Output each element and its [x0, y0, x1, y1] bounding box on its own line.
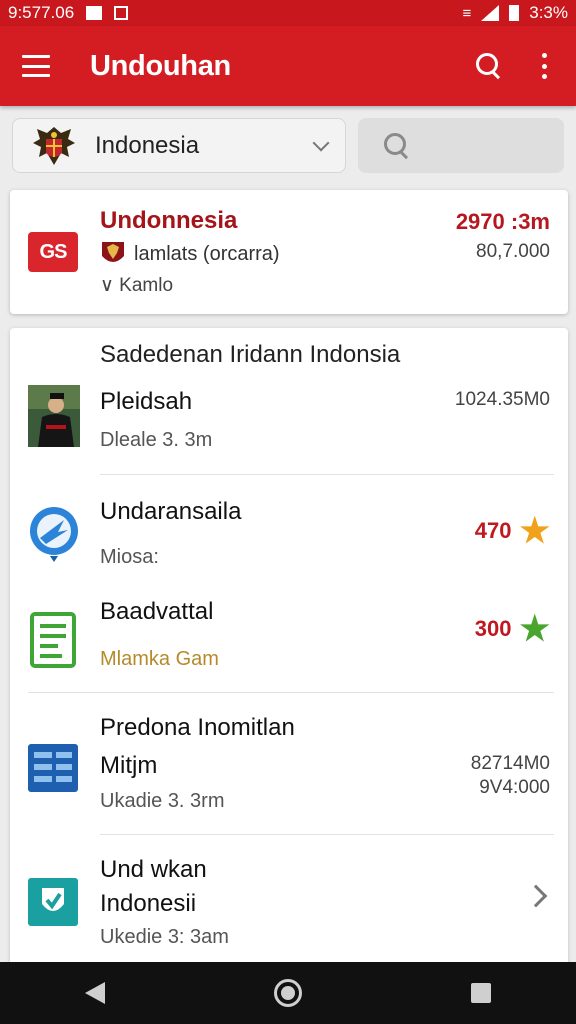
section-title: Sadedenan Iridann Indonsia: [100, 341, 401, 368]
search-input[interactable]: [422, 135, 552, 156]
featured-count: 80,7.000: [476, 241, 550, 262]
status-bar: 9:577.06 ≡ 3:3%: [0, 0, 576, 26]
chevron-down-icon: [312, 134, 330, 151]
status-time: 9:577.06: [8, 3, 75, 22]
country-dropdown[interactable]: Indonesia: [12, 118, 346, 173]
list-item-size: 1024.35M0: [454, 389, 550, 410]
app-list: Sadedenan Iridann Indonsia Pleidsah Dlea…: [10, 328, 568, 968]
country-label: Indonesia: [95, 131, 200, 159]
list-item-size: 82714M0: [470, 753, 550, 774]
list-item-subtitle: Dleale 3. 3m: [100, 429, 213, 451]
portrait-photo-icon: [28, 385, 80, 447]
more-options-icon[interactable]: [542, 53, 548, 79]
image-notification-icon: [114, 6, 129, 20]
battery-level: 3:3%: [529, 3, 568, 22]
list-item-rating: 470 ★: [475, 514, 550, 548]
list-item-stats: 82714M0 9V4:000: [471, 752, 550, 800]
search-icon: [382, 131, 412, 161]
home-icon[interactable]: [273, 979, 302, 1007]
featured-app-icon: GS: [28, 232, 78, 272]
featured-card[interactable]: GS Undonnesia lamlats (orcarra) ∨ Kamlo …: [10, 190, 568, 314]
divider: [100, 834, 554, 835]
signal-icon: [481, 5, 500, 21]
chevron-right-icon[interactable]: [524, 884, 548, 908]
notification-icon: [86, 6, 103, 20]
featured-subtitle-row: lamlats (orcarra): [100, 240, 280, 268]
search-box[interactable]: [358, 118, 564, 173]
shield-emblem-icon: [102, 242, 124, 262]
list-item-title-line2: Indonesii: [100, 890, 197, 917]
back-icon[interactable]: [84, 982, 105, 1004]
vibrate-icon: ≡: [462, 4, 472, 22]
list-item-title: Und wkan: [100, 856, 207, 883]
list-item-rating: 300 ★: [475, 612, 550, 646]
app-title: Undouhan: [90, 49, 231, 82]
list-item-title: Predona Inomitlan: [100, 714, 295, 741]
list-item-title: Undaransaila: [100, 498, 242, 525]
blue-grid-icon: [28, 744, 78, 792]
list-item-subtitle: Mlamka Gam: [100, 648, 219, 670]
featured-title: Undonnesia: [100, 207, 238, 234]
list-item-count: 9V4:000: [479, 777, 550, 798]
search-icon[interactable]: [474, 51, 504, 81]
divider: [28, 692, 554, 693]
list-item-title: Pleidsah: [100, 388, 193, 415]
list-item-subtitle: Ukadie 3. 3rm: [100, 790, 225, 812]
divider: [100, 474, 554, 475]
featured-subtitle: lamlats (orcarra): [134, 242, 280, 265]
menu-icon[interactable]: [22, 55, 50, 77]
featured-check-label: ∨ Kamlo: [100, 275, 174, 296]
list-item-subtitle: Ukedie 3: 3am: [100, 926, 229, 948]
list-item-title: Baadvattal: [100, 598, 214, 625]
blue-bird-icon: [30, 507, 78, 562]
battery-icon: [509, 5, 520, 21]
app-bar: Undouhan: [0, 26, 576, 106]
list-item-title-line2: Mitjm: [100, 752, 158, 779]
recent-apps-icon[interactable]: [471, 983, 492, 1003]
garuda-emblem-icon: [33, 126, 75, 165]
navigation-bar: [0, 962, 576, 1024]
teal-shield-icon: [28, 878, 78, 926]
rating-value: 470: [474, 518, 512, 543]
star-icon: ★: [519, 610, 550, 648]
green-document-icon: [30, 612, 76, 668]
rating-value: 300: [474, 616, 512, 641]
featured-size: 2970 :3m: [455, 209, 550, 234]
list-item-subtitle: Miosa:: [100, 546, 159, 568]
star-icon: ★: [519, 512, 550, 550]
